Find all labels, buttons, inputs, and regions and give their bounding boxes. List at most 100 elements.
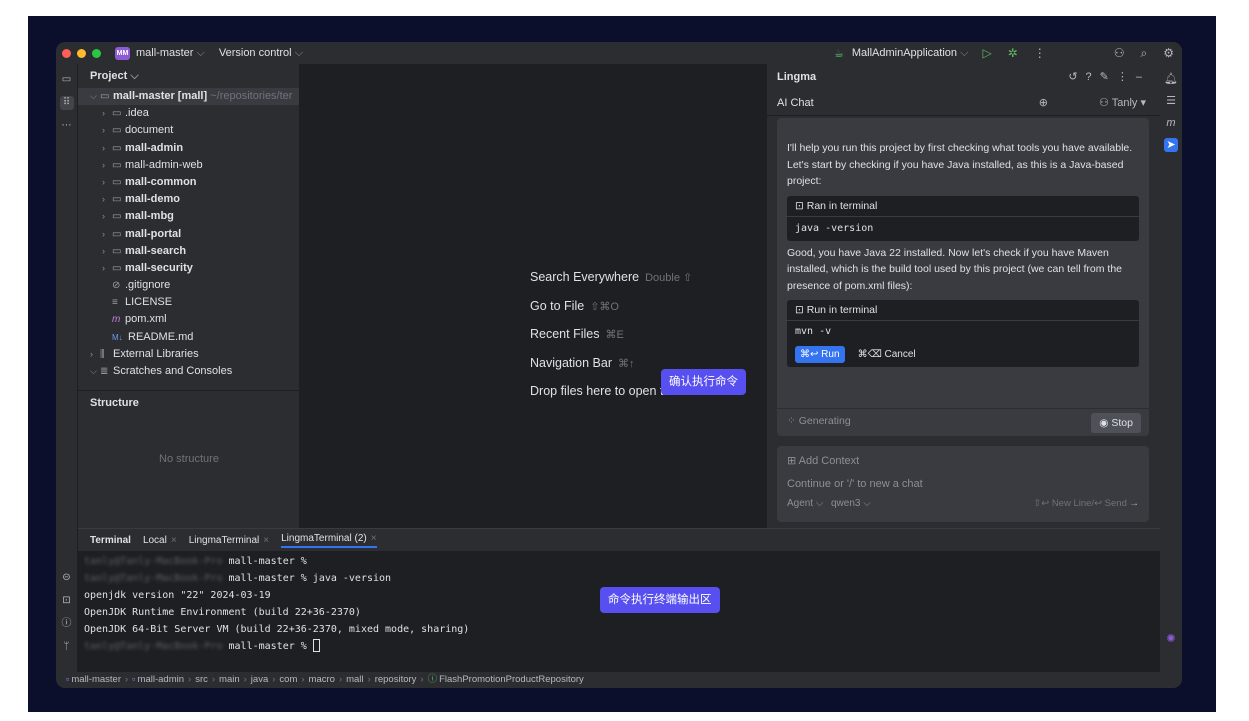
project-panel-header[interactable]: Project ⌵ (78, 64, 299, 88)
help-icon[interactable]: ? (1086, 71, 1100, 83)
chevron-right-icon: › (102, 125, 105, 136)
user-menu[interactable]: ⚇ Tanly ▾ (1099, 90, 1146, 116)
hint-search-everywhere[interactable]: Search Everywhere Double ⇧ (530, 270, 692, 284)
maven-icon[interactable]: m (1164, 116, 1178, 130)
ai-assistant-icon[interactable]: ✺ (1164, 632, 1178, 646)
close-icon[interactable]: × (263, 535, 269, 546)
history-icon[interactable]: ↺ (1068, 71, 1085, 83)
settings-icon[interactable]: ⚙ (1163, 46, 1174, 60)
folder-icon: ▭ (112, 108, 122, 120)
structure-icon[interactable]: ⠿ (59, 96, 74, 110)
ai-chat-tab[interactable]: AI Chat ⊕ ⚇ Tanly ▾ (767, 90, 1160, 116)
breadcrumb-item[interactable]: macro (309, 674, 335, 685)
project-switcher[interactable]: mall-master ⌵ (136, 47, 205, 60)
breadcrumb-item[interactable]: main (219, 674, 240, 685)
tree-item-file[interactable]: m pom.xml (78, 311, 299, 328)
breadcrumb-item[interactable]: com (279, 674, 297, 685)
card-actions: ⌘↩ Run ⌘⌫ Cancel (787, 341, 1139, 367)
tree-item-external-libraries[interactable]: › ⫼ External Libraries (78, 346, 299, 363)
tree-item-folder[interactable]: › ▭ mall-admin (78, 140, 299, 157)
folder-icon[interactable]: ▭ (60, 73, 74, 87)
lingma-header: Lingma ↺?✎⋮– (767, 64, 1160, 90)
vcs-menu[interactable]: Version control ⌵ (219, 47, 303, 60)
stop-icon: ◉ (1099, 417, 1109, 429)
close-icon[interactable]: × (371, 533, 377, 544)
add-context-button[interactable]: ⊞ Add Context (787, 454, 859, 467)
tree-item-folder[interactable]: › ▭ document (78, 122, 299, 139)
more-icon[interactable]: ⋯ (60, 119, 74, 133)
breadcrumb-item[interactable]: mall-admin (138, 674, 184, 685)
tree-item-folder[interactable]: › ▭ mall-mbg (78, 208, 299, 225)
right-tool-stripe: 🔔︎ ☰ m ➤ ✺ (1160, 64, 1182, 672)
breadcrumb-item[interactable]: java (251, 674, 268, 685)
tab-terminal[interactable]: LingmaTerminal × (189, 535, 269, 546)
more-icon[interactable]: ⋮ (1034, 46, 1046, 60)
hint-label: Go to File (530, 299, 585, 313)
add-user-icon[interactable]: ⚇ (1114, 46, 1125, 60)
close-icon[interactable]: × (171, 535, 177, 546)
close-window-button[interactable] (62, 48, 71, 58)
breadcrumb-item[interactable]: mall-master (71, 674, 121, 685)
send-arrow-icon[interactable]: → (1130, 498, 1140, 509)
send-hint: ⇧↩ New Line/↩ Send → (1033, 498, 1139, 509)
chevron-down-icon: ⌵ (90, 366, 97, 376)
tree-item-file[interactable]: ⊘ .gitignore (78, 277, 299, 294)
chat-input[interactable]: Continue or '/' to new a chat (787, 478, 923, 490)
cancel-command-button[interactable]: ⌘⌫ Cancel (858, 342, 916, 368)
terminal-icon[interactable]: ⊡ (60, 594, 74, 608)
hint-label: Search Everywhere (530, 270, 640, 284)
root-name: mall-master [mall] (113, 90, 208, 102)
lingma-panel: Lingma ↺?✎⋮– AI Chat ⊕ ⚇ Tanly ▾ I'll he… (766, 64, 1160, 528)
tree-item-folder[interactable]: › ▭ mall-admin-web (78, 157, 299, 174)
search-icon[interactable]: ⌕ (1141, 46, 1148, 61)
tree-item-file[interactable]: M↓ README.md (78, 329, 299, 346)
hint-shortcut: ⇧⌘O (590, 301, 619, 313)
tab-terminal[interactable]: LingmaTerminal (2) × (281, 533, 377, 548)
database-icon[interactable]: ☰ (1164, 94, 1178, 108)
problems-icon[interactable]: ⓘ (60, 617, 74, 631)
tree-label: mall-security (125, 261, 193, 274)
breadcrumb-item[interactable]: src (195, 674, 208, 685)
minimize-icon[interactable]: – (1136, 71, 1150, 83)
chat-input-box[interactable]: ⊞ Add Context Continue or '/' to new a c… (777, 446, 1149, 522)
tree-item-scratches[interactable]: ⌵ ≣ Scratches and Consoles (78, 363, 299, 380)
tree-item-folder[interactable]: › ▭ mall-search (78, 243, 299, 260)
run-config-selector[interactable]: MallAdminApplication ⌵ (852, 47, 969, 60)
more-icon[interactable]: ⋮ (1117, 71, 1136, 83)
tree-item-folder[interactable]: › ▭ mall-portal (78, 226, 299, 243)
project-name: mall-master (136, 46, 194, 59)
tree-label: README.md (128, 330, 194, 343)
tree-item-file[interactable]: ≡ LICENSE (78, 294, 299, 311)
minimize-window-button[interactable] (77, 48, 86, 58)
tree-item-folder[interactable]: › ▭ .idea (78, 105, 299, 122)
notifications-icon[interactable]: 🔔︎ (1164, 72, 1178, 86)
maximize-window-button[interactable] (92, 48, 101, 58)
tree-root[interactable]: ⌵ ▭ mall-master [mall] ~/repositories/ter (78, 88, 299, 106)
services-icon[interactable]: ⊝ (60, 571, 74, 585)
terminal-text: mall-master % (222, 641, 313, 652)
tab-terminal[interactable]: Local × (143, 535, 177, 546)
generating-label: Generating (798, 415, 851, 427)
chevron-down-icon: ⌵ (90, 91, 97, 101)
breadcrumb-item[interactable]: FlashPromotionProductRepository (439, 674, 584, 685)
breadcrumb-item[interactable]: repository (375, 674, 417, 685)
model-selector[interactable]: qwen3 ⌵ (831, 498, 871, 509)
hint-shortcut: ⌘E (605, 329, 624, 341)
tab-terminal[interactable]: Terminal (90, 535, 131, 546)
hint-go-to-file[interactable]: Go to File ⇧⌘O (530, 299, 619, 313)
tree-item-folder[interactable]: › ▭ mall-demo (78, 191, 299, 208)
hint-navigation-bar[interactable]: Navigation Bar ⌘↑ (530, 356, 635, 370)
run-icon[interactable]: ▷ (982, 46, 991, 60)
stop-button[interactable]: ◉ Stop (1091, 413, 1141, 433)
breadcrumb-item[interactable]: mall (346, 674, 363, 685)
mode-selector[interactable]: Agent ⌵ (787, 498, 824, 509)
run-command-button[interactable]: ⌘↩ Run (795, 346, 845, 363)
new-chat-icon[interactable]: ⊕ (1039, 90, 1048, 116)
edit-icon[interactable]: ✎ (1100, 71, 1117, 83)
debug-icon[interactable]: ✲ (1008, 46, 1018, 60)
lingma-icon[interactable]: ➤ (1164, 138, 1178, 152)
tree-item-folder[interactable]: › ▭ mall-common (78, 174, 299, 191)
tree-item-folder[interactable]: › ▭ mall-security (78, 260, 299, 277)
hint-recent-files[interactable]: Recent Files ⌘E (530, 327, 624, 341)
git-icon[interactable]: ᛘ (60, 640, 74, 654)
